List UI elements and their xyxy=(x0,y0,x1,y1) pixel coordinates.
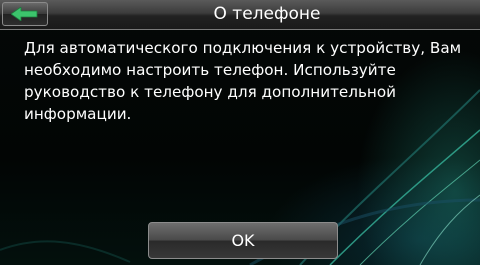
ok-button[interactable]: OK xyxy=(148,222,338,259)
title-bar: О телефоне xyxy=(0,0,480,30)
back-arrow-icon xyxy=(11,7,38,21)
phone-info-screen: О телефоне Для автоматического подключен… xyxy=(0,0,480,265)
back-button[interactable] xyxy=(2,2,48,26)
page-title: О телефоне xyxy=(213,4,321,24)
dialog-message: Для автоматического подключения к устрой… xyxy=(24,39,462,123)
